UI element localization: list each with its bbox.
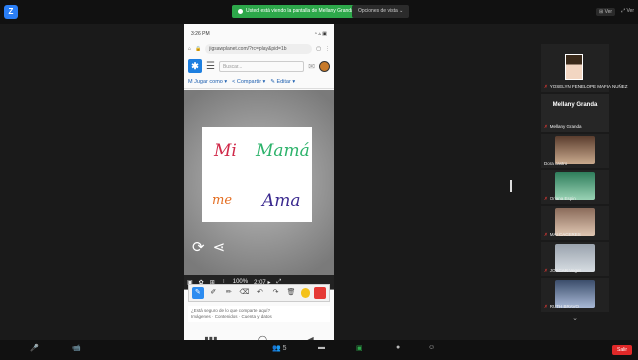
muted-mic-icon: ✗ bbox=[544, 196, 548, 201]
participant-name: Oriana Espin bbox=[549, 196, 576, 201]
browser-url-bar: ⌂ 🔒 jigsawplanet.com/?rc=play&pid=1b ▢ ⋮ bbox=[184, 41, 334, 57]
participant-tile[interactable]: ✗ Oriana Espin bbox=[541, 170, 609, 204]
record-icon[interactable]: ● bbox=[396, 344, 400, 351]
participants-button[interactable]: 👥 5 bbox=[272, 344, 287, 352]
puzzle-word: Mi bbox=[214, 141, 237, 161]
leave-meeting-button[interactable]: Salir bbox=[611, 345, 632, 355]
puzzle-word: Ama bbox=[262, 191, 301, 211]
puzzle-word: Mamá bbox=[256, 141, 310, 161]
participant-name: YOSELYN FENELOPE MAFIA NUÑEZ bbox=[549, 84, 628, 89]
annotation-toolbar: ✎ ✐ ✏ ⌫ ↶ ↷ 🗑 bbox=[188, 284, 330, 302]
shared-phone-screen: 3:26 PM ◔ ▵ ▣ ⌂ 🔒 jigsawplanet.com/?rc=p… bbox=[184, 24, 334, 354]
participant-tile[interactable]: Mellany Granda ✗ Mellany Granda bbox=[541, 94, 609, 132]
participant-name: Dora castro bbox=[544, 161, 568, 166]
restart-icon[interactable]: ⟳ bbox=[192, 238, 205, 256]
url-field[interactable]: jigsawplanet.com/?rc=play&pid=1b bbox=[205, 44, 313, 54]
play-as-button[interactable]: M Jugar como ▾ bbox=[188, 79, 227, 85]
screen-share-notice: Usted está viendo la pantalla de Mellany… bbox=[232, 5, 360, 18]
text-cursor bbox=[510, 180, 512, 192]
phone-status-bar: 3:26 PM ◔ ▵ ▣ bbox=[184, 27, 334, 41]
speaker-view-button[interactable]: ⊞ Ver bbox=[596, 8, 616, 16]
participant-name: Mellany Granda bbox=[549, 124, 582, 129]
meeting-controls: 🎤 📹 👥 5 ▬ ▣ ● ☺ Salir bbox=[0, 340, 638, 360]
phone-notification: ¿Está seguro de lo que comparte aquí? Im… bbox=[188, 306, 330, 322]
muted-mic-icon: ✗ bbox=[544, 268, 548, 273]
lock-icon: 🔒 bbox=[195, 46, 202, 52]
participant-tile[interactable]: ✗ JOSCAR Veget bbox=[541, 242, 609, 276]
zoom-topbar: Z Usted está viendo la pantalla de Mella… bbox=[0, 0, 638, 24]
share-indicator-icon bbox=[238, 9, 243, 14]
eraser-icon[interactable]: ⌫ bbox=[239, 287, 251, 299]
mail-icon[interactable]: ✉ bbox=[308, 62, 315, 71]
tabs-icon[interactable]: ▢ bbox=[316, 46, 321, 52]
site-search-input[interactable]: Buscar... bbox=[218, 60, 305, 72]
phone-time: 3:26 PM bbox=[191, 31, 210, 37]
notification-subtext: Imágenes · Contenidos · Cuenta y datos bbox=[191, 314, 272, 319]
zoom-logo-icon: Z bbox=[4, 5, 18, 19]
participant-name: RUTH BRAVO bbox=[549, 304, 579, 309]
participant-name: MAI CACERES bbox=[549, 232, 581, 237]
pencil-icon[interactable]: ✐ bbox=[208, 287, 220, 299]
puzzle-word: me bbox=[212, 193, 233, 208]
view-options-button[interactable]: Opciones de vista ⌄ bbox=[352, 5, 410, 18]
highlighter-icon[interactable]: ✏ bbox=[223, 287, 235, 299]
mic-icon[interactable]: 🎤 bbox=[30, 344, 39, 352]
participant-display-name: Mellany Granda bbox=[552, 102, 598, 108]
phone-status-icons: ◔ ▵ ▣ bbox=[313, 31, 327, 37]
site-header: ✱ ☰ Buscar... ✉ bbox=[184, 57, 334, 75]
puzzle-area[interactable]: Mi Mamá me Ama ⟳ ⋖ ▣ ✿ ⊞ ⋮ 100% 2:07 ▸ ⤢ bbox=[184, 90, 334, 290]
puzzle-controls: ⟳ ⋖ bbox=[192, 238, 225, 256]
jigsawplanet-logo-icon[interactable]: ✱ bbox=[188, 59, 202, 73]
video-camera-icon[interactable]: 📹 bbox=[72, 344, 81, 352]
puzzle-image: Mi Mamá me Ama bbox=[202, 127, 312, 222]
participant-tile[interactable]: Dora castro bbox=[541, 134, 609, 168]
trash-icon[interactable]: 🗑 bbox=[285, 287, 297, 299]
user-avatar[interactable] bbox=[319, 60, 330, 72]
menu-dots-icon[interactable]: ⋮ bbox=[325, 46, 330, 52]
muted-mic-icon: ✗ bbox=[544, 124, 548, 129]
stop-annotation-button[interactable] bbox=[314, 287, 326, 299]
pen-icon[interactable]: ✎ bbox=[192, 287, 204, 299]
share-button[interactable]: < Compartir ▾ bbox=[232, 79, 265, 85]
top-right-controls: ⊞ Ver ⤢ Ver bbox=[596, 8, 634, 16]
puzzle-actions: M Jugar como ▾ < Compartir ▾ ✎ Editar ▾ bbox=[184, 75, 334, 89]
share-screen-icon[interactable]: ▣ bbox=[356, 344, 363, 352]
muted-mic-icon: ✗ bbox=[544, 304, 548, 309]
scroll-down-icon[interactable]: ⌄ bbox=[541, 314, 609, 326]
muted-mic-icon: ✗ bbox=[544, 84, 548, 89]
redo-icon[interactable]: ↷ bbox=[270, 287, 282, 299]
home-icon[interactable]: ⌂ bbox=[188, 46, 191, 52]
muted-mic-icon: ✗ bbox=[544, 232, 548, 237]
hamburger-menu-icon[interactable]: ☰ bbox=[206, 61, 215, 72]
participant-video bbox=[555, 136, 595, 164]
chat-icon[interactable]: ▬ bbox=[318, 344, 325, 351]
participant-tile[interactable]: ✗ RUTH BRAVO bbox=[541, 278, 609, 312]
fullscreen-view-button[interactable]: ⤢ Ver bbox=[621, 8, 634, 16]
participant-tile[interactable]: ✗ YOSELYN FENELOPE MAFIA NUÑEZ bbox=[541, 44, 627, 92]
participants-panel: ✗ YOSELYN FENELOPE MAFIA NUÑEZ Mellany Gr… bbox=[541, 44, 627, 340]
color-swatch[interactable] bbox=[300, 288, 311, 298]
participant-tile[interactable]: ✗ MAI CACERES bbox=[541, 206, 609, 240]
undo-icon[interactable]: ↶ bbox=[254, 287, 266, 299]
reactions-icon[interactable]: ☺ bbox=[428, 344, 435, 351]
edit-button[interactable]: ✎ Editar ▾ bbox=[270, 79, 295, 85]
share-icon[interactable]: ⋖ bbox=[213, 238, 226, 256]
participant-video bbox=[565, 54, 583, 80]
share-notice-label: Usted está viendo la pantalla de Mellany… bbox=[246, 8, 354, 14]
participant-name: JOSCAR Veget bbox=[549, 268, 581, 273]
